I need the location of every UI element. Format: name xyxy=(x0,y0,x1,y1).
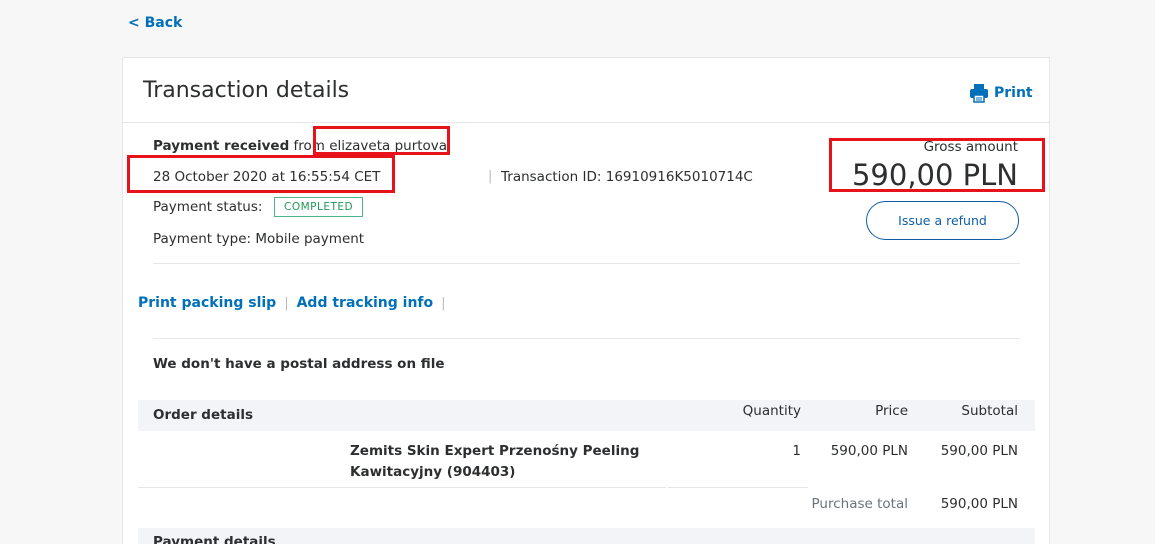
item-name-line1: Zemits Skin Expert Przenośny Peeling xyxy=(350,443,640,459)
sender-name: elizaveta purtova xyxy=(329,138,448,154)
transaction-id: Transaction ID: 16910916K5010714C xyxy=(501,169,753,185)
from-word: from xyxy=(293,138,325,154)
item-quantity: 1 xyxy=(792,443,801,459)
item-name-line2: Kawitacyjny (904403) xyxy=(350,464,516,480)
print-button[interactable]: Print xyxy=(969,83,1033,103)
gross-amount-value: 590,00 PLN xyxy=(851,158,1018,192)
no-postal-address: We don't have a postal address on file xyxy=(153,356,445,372)
item-divider xyxy=(668,487,808,488)
print-packing-slip-link[interactable]: Print packing slip xyxy=(138,295,276,311)
payment-type: Payment type: Mobile payment xyxy=(153,231,365,247)
header-divider xyxy=(123,122,1049,123)
payment-datetime: 28 October 2020 at 16:55:54 CET xyxy=(153,169,381,185)
order-details-title: Order details xyxy=(153,407,253,423)
transaction-card: Transaction details Print Payment receiv… xyxy=(122,57,1050,544)
payment-received-label: Payment received xyxy=(153,138,290,154)
item-price: 590,00 PLN xyxy=(830,443,908,459)
actions-divider xyxy=(153,338,1020,339)
payment-details-title: Payment details xyxy=(153,534,276,544)
printer-icon xyxy=(970,84,988,103)
action-separator: | xyxy=(441,295,446,311)
subtotal-header: Subtotal xyxy=(961,403,1018,419)
purchase-total-label: Purchase total xyxy=(811,496,908,512)
action-links: Print packing slip | Add tracking info | xyxy=(138,295,446,311)
status-badge: COMPLETED xyxy=(274,197,364,217)
quantity-header: Quantity xyxy=(742,403,801,419)
payment-received-line: Payment received from elizaveta purtova xyxy=(153,138,447,154)
item-divider xyxy=(346,487,666,488)
back-link[interactable]: < Back xyxy=(128,15,182,31)
action-separator: | xyxy=(284,295,289,311)
print-label: Print xyxy=(994,85,1033,101)
gross-amount-label: Gross amount xyxy=(923,139,1018,155)
item-subtotal: 590,00 PLN xyxy=(940,443,1018,459)
payment-status-label: Payment status: xyxy=(153,199,263,215)
price-header: Price xyxy=(875,403,908,419)
id-separator: | xyxy=(488,169,493,184)
page-title: Transaction details xyxy=(143,78,350,103)
info-divider xyxy=(153,263,1020,264)
purchase-total-value: 590,00 PLN xyxy=(940,496,1018,512)
issue-refund-button[interactable]: Issue a refund xyxy=(866,201,1019,240)
add-tracking-info-link[interactable]: Add tracking info xyxy=(297,295,434,311)
item-divider xyxy=(138,487,346,488)
